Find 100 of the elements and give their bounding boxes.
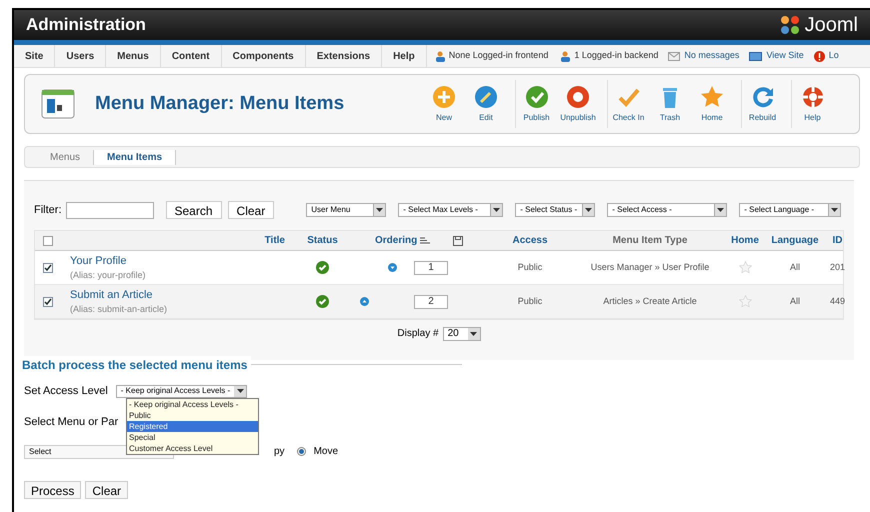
save-icon <box>453 236 464 246</box>
item-type-text: Articles » Create Article <box>603 296 697 306</box>
toolbar-button[interactable]: Trash <box>649 80 691 128</box>
filter-select[interactable]: - Select Status - <box>515 203 596 217</box>
column-header[interactable]: Status <box>307 235 338 246</box>
move-up-icon[interactable] <box>360 297 368 306</box>
copy-label: py <box>274 445 285 459</box>
order-field[interactable]: 2 <box>414 294 448 308</box>
access-text: Public <box>518 262 542 272</box>
refresh-icon <box>750 84 774 108</box>
lifebuoy-icon <box>800 84 824 108</box>
order-field[interactable]: 1 <box>414 260 448 274</box>
submenu-tab[interactable]: Menu Items <box>94 150 176 164</box>
toolbar-button[interactable]: Rebuild <box>741 80 783 128</box>
status-link[interactable]: None Logged-in frontend <box>448 49 548 63</box>
dropdown-arrow-icon <box>236 389 244 394</box>
menu-item[interactable]: Menus <box>106 45 161 67</box>
column-header[interactable]: Ordering <box>375 233 418 248</box>
column-header[interactable]: Menu Item Type <box>612 235 688 246</box>
search-button[interactable]: Search <box>166 201 222 219</box>
dropdown-arrow-icon <box>493 208 500 212</box>
toolbar-button[interactable]: Help <box>791 80 833 128</box>
column-header[interactable]: Language <box>771 235 819 246</box>
item-type-text: Users Manager » User Profile <box>590 262 710 272</box>
menu-select-label: Select Menu or Par <box>24 414 118 430</box>
monitor-icon <box>749 52 762 60</box>
item-alias: (Alias: your-profile) <box>70 269 146 282</box>
filter-select[interactable]: User Menu <box>306 203 386 217</box>
column-header[interactable]: Access <box>512 235 548 246</box>
process-button[interactable]: Process <box>24 481 82 499</box>
home-star-icon[interactable] <box>738 261 752 274</box>
select-all-checkbox[interactable] <box>43 236 53 246</box>
dropdown-option[interactable]: Special <box>127 432 258 443</box>
dropdown-arrow-icon <box>585 208 592 212</box>
clear-button[interactable]: Clear <box>228 201 274 219</box>
plus-icon <box>432 84 456 108</box>
dropdown-arrow-icon <box>376 208 384 212</box>
access-text: Public <box>518 296 542 306</box>
ring-icon <box>566 84 590 108</box>
logo-icon <box>778 14 801 36</box>
toolbar-button[interactable]: Home <box>691 80 733 128</box>
check-icon <box>524 84 548 108</box>
dropdown-arrow-icon <box>470 332 478 336</box>
menu-item[interactable]: Components <box>222 45 306 67</box>
sort-icon <box>420 236 430 244</box>
status-toggle[interactable] <box>316 295 329 308</box>
status-toggle[interactable] <box>316 261 329 274</box>
column-header[interactable]: Home <box>731 235 759 246</box>
toolbar-button[interactable]: New <box>423 80 465 128</box>
display-label: Display # <box>397 327 439 341</box>
dropdown-option[interactable]: Public <box>127 410 258 421</box>
status-link[interactable]: View Site <box>766 49 804 63</box>
page-title: Menu Manager: Menu Items <box>95 92 346 116</box>
column-header[interactable]: Title <box>264 235 285 246</box>
status-link[interactable]: Lo <box>828 49 839 63</box>
filter-select[interactable]: - Select Language - <box>739 203 842 217</box>
logo-text: Jooml <box>804 13 858 38</box>
menu-item[interactable]: Help <box>382 45 427 67</box>
filter-field[interactable] <box>66 202 154 218</box>
menu-item[interactable]: Users <box>55 45 106 67</box>
home-star-icon[interactable] <box>738 295 752 308</box>
menu-item[interactable]: Content <box>160 45 222 67</box>
dropdown-option[interactable]: - Keep original Access Levels - <box>127 399 258 410</box>
star-icon <box>700 84 724 108</box>
users-icon <box>558 50 570 62</box>
pencil-icon <box>474 84 498 108</box>
id-text: 449 <box>830 296 846 306</box>
filter-select[interactable]: - Select Access - <box>607 203 728 217</box>
clear-button[interactable]: Clear <box>85 481 128 499</box>
access-level-select[interactable]: - Keep original Access Levels - <box>116 384 248 398</box>
row-checkbox[interactable] <box>43 296 53 306</box>
status-link[interactable]: 1 Logged-in backend <box>574 49 658 63</box>
dropdown-option[interactable]: Registered <box>127 421 258 432</box>
move-down-icon[interactable] <box>388 263 396 272</box>
id-text: 201 <box>830 262 846 272</box>
menu-item[interactable]: Extensions <box>306 45 382 67</box>
display-select[interactable]: 20 <box>442 326 481 340</box>
menu-item[interactable]: Site <box>14 45 56 67</box>
move-label: Move <box>314 445 338 459</box>
toolbar-button[interactable]: Check In <box>607 80 649 128</box>
item-alias: (Alias: submit-an-article) <box>70 303 168 316</box>
language-text: All <box>790 262 800 272</box>
filter-select[interactable]: - Select Max Levels - <box>398 203 504 217</box>
batch-legend: Batch process the selected menu items <box>22 356 252 374</box>
dropdown-arrow-icon <box>831 208 838 212</box>
toolbar-button[interactable]: Unpublish <box>557 80 599 128</box>
filter-label: Filter: <box>34 202 62 218</box>
move-radio[interactable] <box>296 447 306 456</box>
item-title-link[interactable]: Your Profile <box>70 252 126 269</box>
envelope-icon <box>668 52 680 60</box>
dropdown-arrow-icon <box>717 208 724 212</box>
item-title-link[interactable]: Submit an Article <box>70 286 153 303</box>
toolbar-button[interactable]: Edit <box>465 80 507 128</box>
row-checkbox[interactable] <box>43 262 53 272</box>
alert-icon <box>814 50 825 62</box>
language-text: All <box>790 296 800 306</box>
toolbar-button[interactable]: Publish <box>515 80 557 128</box>
column-header[interactable]: ID <box>832 235 842 246</box>
status-link[interactable]: No messages <box>684 49 740 63</box>
menu-manager-icon <box>41 89 75 119</box>
